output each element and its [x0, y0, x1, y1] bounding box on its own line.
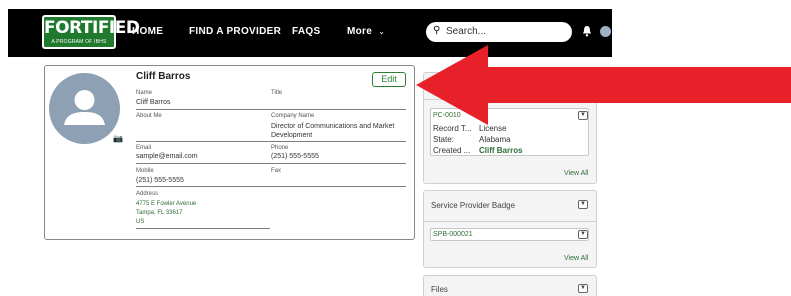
badge-record-link[interactable]: SPB-000021: [433, 231, 473, 238]
divider: [136, 163, 406, 164]
nav-find-a-provider[interactable]: FIND A PROVIDER: [189, 26, 281, 37]
email-value: sample@email.com: [136, 153, 198, 160]
phone-label: Phone: [271, 145, 289, 151]
bell-icon[interactable]: [582, 25, 592, 37]
avatar[interactable]: [49, 73, 120, 144]
logo-text: FORTIFIED: [44, 18, 140, 38]
nav-more-label: More: [347, 26, 373, 37]
red-arrow-annotation-icon: [416, 45, 791, 125]
chevron-down-icon[interactable]: ▼: [578, 200, 588, 209]
company-name-value-1: Director of Communications and Market: [271, 123, 395, 130]
name-label: Name: [136, 90, 153, 96]
logo-subtext: A PROGRAM OF IBHS: [51, 39, 107, 45]
mobile-value: (251) 555-5555: [136, 177, 184, 184]
chevron-down-icon[interactable]: ▼: [578, 230, 588, 239]
badge-panel-title: Service Provider Badge: [431, 201, 516, 210]
email-label: Email: [136, 145, 152, 151]
about-me-label: About Me: [136, 113, 162, 119]
search-placeholder: Search...: [446, 26, 487, 37]
created-by-link[interactable]: Cliff Barros: [479, 146, 523, 155]
record-type-value: License: [479, 124, 507, 133]
view-all-link[interactable]: View All: [564, 170, 588, 177]
profile-name: Cliff Barros: [136, 71, 191, 82]
divider: [136, 228, 270, 229]
user-silhouette-icon: [64, 90, 105, 125]
phone-value: (251) 555-5555: [271, 153, 319, 160]
fax-label: Fax: [271, 168, 282, 174]
address-line2[interactable]: Tampa, FL 33617: [136, 209, 182, 218]
nav-home[interactable]: HOME: [132, 26, 163, 37]
files-panel: [423, 275, 597, 296]
record-type-key: Record T...: [433, 124, 472, 133]
company-name-label: Company Name: [271, 113, 315, 119]
created-by-key: Created ...: [433, 146, 471, 155]
title-label: Title: [271, 90, 283, 96]
divider: [136, 186, 406, 187]
mobile-label: Mobile: [136, 168, 154, 174]
panel-divider: [424, 221, 596, 222]
search-input[interactable]: ⚲ Search...: [426, 22, 572, 42]
state-value: Alabama: [479, 135, 511, 144]
address-line3[interactable]: US: [136, 218, 144, 227]
view-all-link[interactable]: View All: [564, 255, 588, 262]
nav-more[interactable]: More ⌄: [347, 26, 385, 37]
nav-faqs[interactable]: FAQS: [292, 26, 320, 37]
name-value: Cliff Barros: [136, 99, 171, 106]
chevron-down-icon[interactable]: ▼: [578, 284, 588, 293]
fortified-logo[interactable]: FORTIFIED A PROGRAM OF IBHS: [42, 15, 140, 49]
edit-button[interactable]: Edit: [372, 72, 406, 87]
files-panel-title: Files: [431, 285, 448, 294]
chevron-down-icon: ⌄: [378, 27, 386, 36]
divider: [136, 109, 406, 110]
divider: [136, 141, 406, 142]
state-key: State:: [433, 135, 454, 144]
user-avatar-icon[interactable]: [600, 26, 611, 37]
camera-icon[interactable]: 📷: [113, 134, 123, 143]
address-line1[interactable]: 4775 E Fowler Avenue: [136, 200, 196, 209]
address-label: Address: [136, 191, 159, 197]
company-name-value-2: Development: [271, 132, 313, 139]
search-icon: ⚲: [433, 25, 441, 36]
